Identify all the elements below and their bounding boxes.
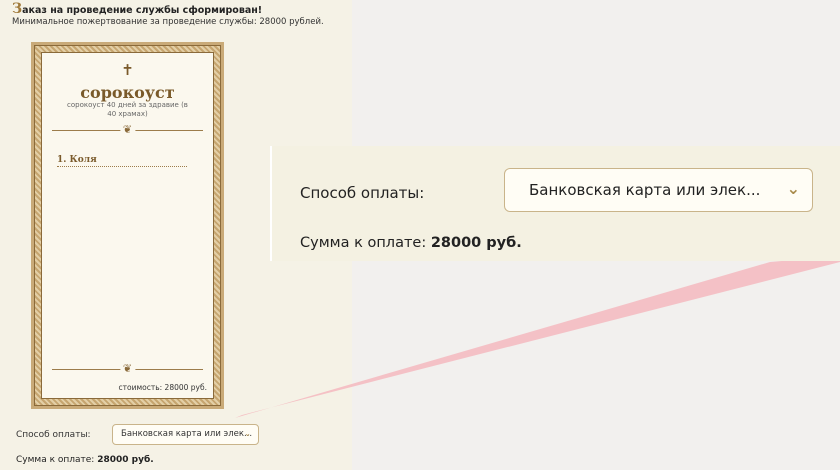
sum-to-pay-zoomed: Сумма к оплате: 28000 руб. xyxy=(300,235,522,251)
callout-shape xyxy=(235,256,840,418)
payment-method-select-zoomed[interactable]: Банковская карта или элек... ⌄ xyxy=(504,168,813,212)
zoomed-payment-panel: Способ оплаты: Банковская карта или элек… xyxy=(270,146,840,261)
chevron-down-icon: ⌄ xyxy=(786,179,800,198)
payment-method-label-zoomed: Способ оплаты: xyxy=(300,184,425,202)
sum-value-zoomed: 28000 руб. xyxy=(430,235,522,251)
sum-label-zoomed: Сумма к оплате: xyxy=(300,235,427,251)
payment-method-value-zoomed: Банковская карта или элек... xyxy=(529,181,761,199)
page: Заказ на проведение службы сформирован! … xyxy=(0,0,840,470)
